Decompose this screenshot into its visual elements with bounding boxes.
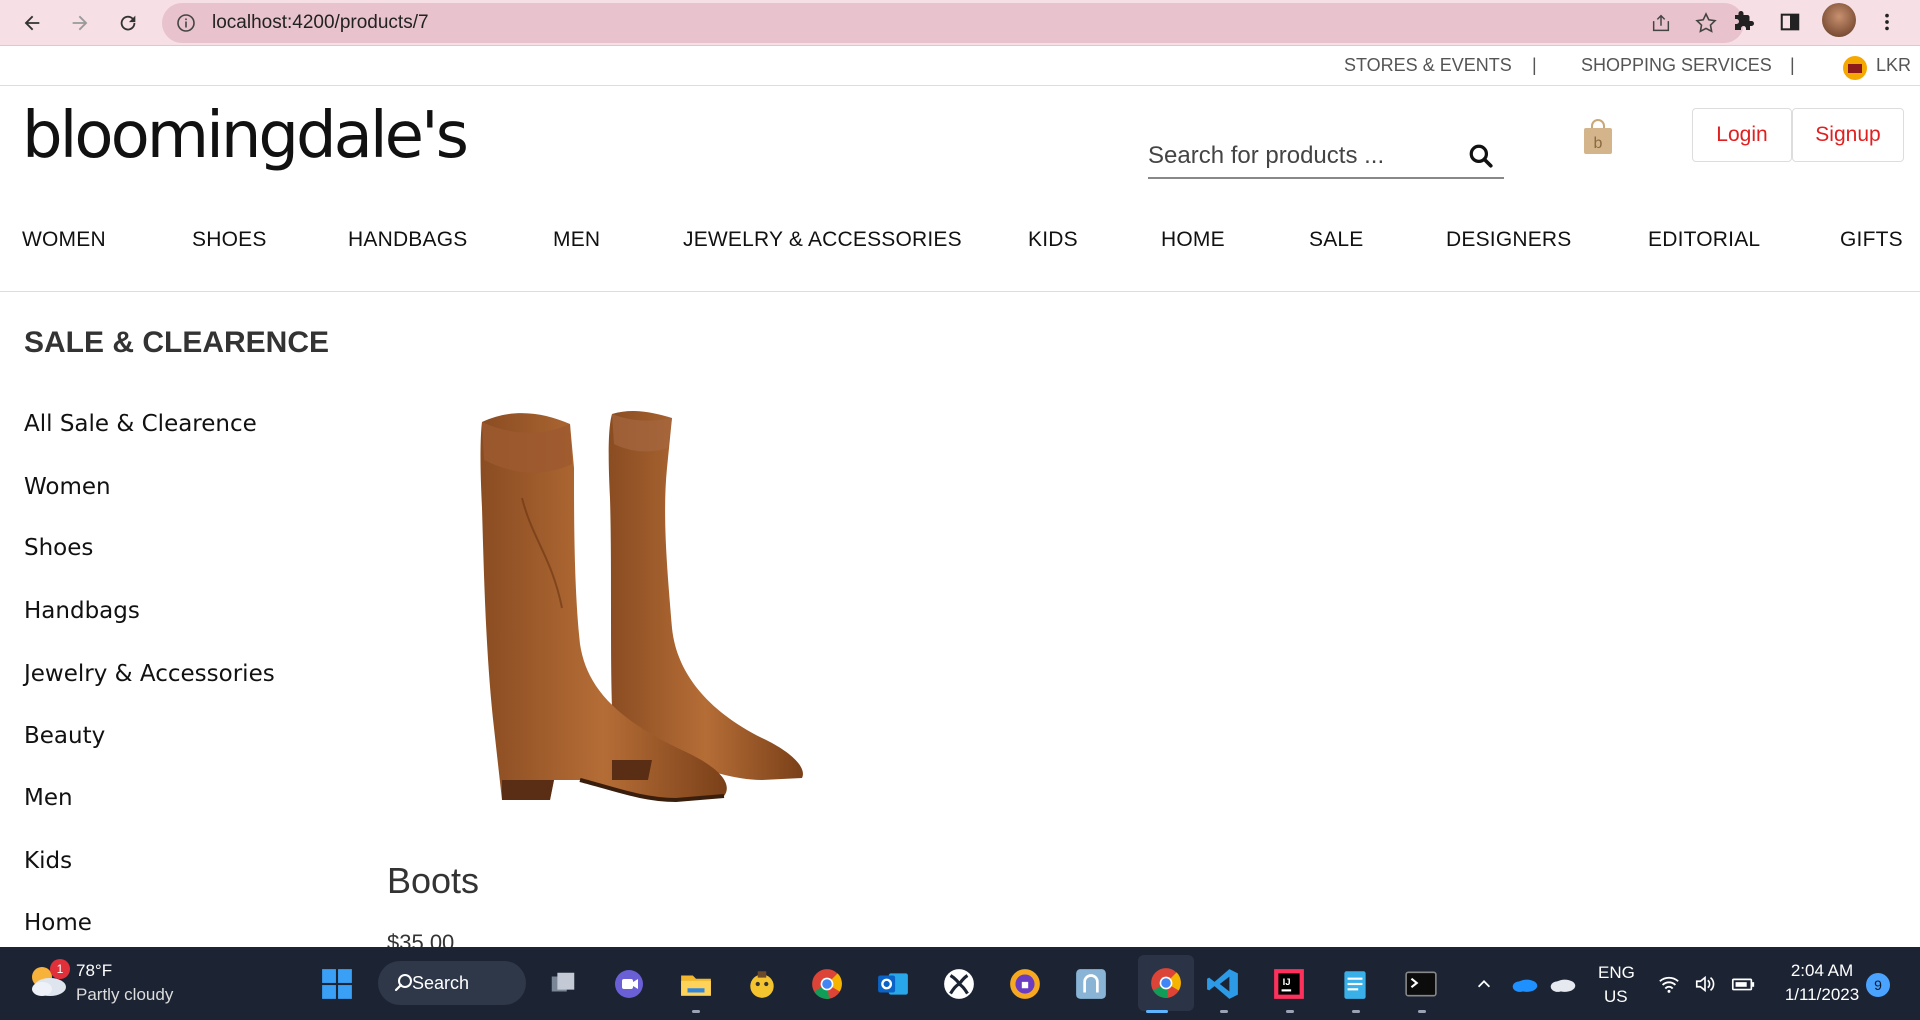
magnifier-icon bbox=[394, 974, 412, 992]
vscode-icon[interactable] bbox=[1204, 965, 1242, 1003]
volume-icon[interactable] bbox=[1692, 965, 1718, 1003]
weather-temperature[interactable]: 78°F bbox=[76, 961, 112, 981]
forward-arrow-icon bbox=[72, 15, 88, 31]
tray-overflow-chevron-icon[interactable] bbox=[1472, 965, 1496, 1003]
sidebar-item-home[interactable]: Home bbox=[24, 910, 92, 936]
url-text[interactable]: localhost:4200/products/7 bbox=[212, 12, 429, 34]
intellij-icon[interactable]: IJ bbox=[1270, 965, 1308, 1003]
utility-separator: | bbox=[1532, 55, 1537, 75]
chrome-menu-icon[interactable] bbox=[1872, 7, 1902, 37]
back-button[interactable] bbox=[14, 5, 50, 41]
onedrive-icon[interactable] bbox=[1510, 965, 1540, 1003]
extensions-puzzle-icon[interactable] bbox=[1728, 7, 1758, 37]
chrome-icon[interactable] bbox=[808, 965, 846, 1003]
sidebar-item-handbags[interactable]: Handbags bbox=[24, 598, 140, 624]
vpn-shield-icon[interactable] bbox=[1006, 965, 1044, 1003]
sidebar-item-jewelry-accessories[interactable]: Jewelry & Accessories bbox=[24, 661, 275, 687]
notification-count-badge[interactable]: 9 bbox=[1866, 973, 1890, 997]
language-indicator[interactable]: ENG bbox=[1598, 963, 1635, 983]
shopping-bag-icon[interactable]: b bbox=[1582, 118, 1614, 156]
nav-item-kids[interactable]: KIDS bbox=[1028, 228, 1078, 252]
clock-date[interactable]: 1/11/2023 bbox=[1778, 985, 1866, 1005]
nav-item-women[interactable]: WOMEN bbox=[22, 228, 106, 252]
side-panel-icon[interactable] bbox=[1775, 7, 1805, 37]
cart-letter: b bbox=[1594, 135, 1603, 152]
nav-item-shoes[interactable]: SHOES bbox=[192, 228, 267, 252]
sidebar-item-kids[interactable]: Kids bbox=[24, 848, 72, 874]
share-icon[interactable] bbox=[1650, 12, 1672, 34]
bookmark-star-icon[interactable] bbox=[1694, 11, 1718, 35]
sidebar-item-shoes[interactable]: Shoes bbox=[24, 535, 93, 561]
battery-charging-icon[interactable] bbox=[1728, 965, 1758, 1003]
clock-time[interactable]: 2:04 AM bbox=[1782, 961, 1862, 981]
address-bar[interactable]: localhost:4200/products/7 bbox=[162, 3, 1744, 43]
xbox-icon[interactable] bbox=[940, 965, 978, 1003]
wifi-icon[interactable] bbox=[1656, 965, 1682, 1003]
intellij-running-indicator bbox=[1286, 1010, 1294, 1013]
main-navigation: WOMEN SHOES HANDBAGS MEN JEWELRY & ACCES… bbox=[0, 222, 1920, 292]
reload-icon bbox=[120, 15, 136, 31]
info-icon[interactable] bbox=[176, 13, 196, 33]
sidebar-item-women[interactable]: Women bbox=[24, 474, 111, 500]
utility-separator: | bbox=[1790, 55, 1795, 75]
task-view-icon[interactable] bbox=[544, 965, 582, 1003]
remote-desktop-icon[interactable] bbox=[1072, 965, 1110, 1003]
product-image-boots[interactable] bbox=[462, 408, 822, 818]
taskbar-search-button[interactable]: Search bbox=[378, 961, 526, 1005]
nav-item-sale[interactable]: SALE bbox=[1309, 228, 1364, 252]
nav-item-men[interactable]: MEN bbox=[553, 228, 600, 252]
sri-lanka-flag-icon bbox=[1843, 56, 1867, 80]
currency-selector[interactable]: LKR bbox=[1876, 55, 1911, 76]
nav-item-handbags[interactable]: HANDBAGS bbox=[348, 228, 467, 252]
outlook-icon[interactable] bbox=[874, 965, 912, 1003]
windows-start-icon[interactable] bbox=[318, 965, 356, 1003]
cloud-sync-icon[interactable] bbox=[1548, 965, 1578, 1003]
vscode-running-indicator bbox=[1220, 1010, 1228, 1013]
nav-item-home[interactable]: HOME bbox=[1161, 228, 1225, 252]
chrome-profile-icon[interactable] bbox=[1138, 955, 1194, 1011]
product-name: Boots bbox=[387, 860, 480, 901]
taskbar-search-label: Search bbox=[412, 972, 470, 993]
nav-item-designers[interactable]: DESIGNERS bbox=[1446, 228, 1572, 252]
nav-item-gifts[interactable]: GIFTS bbox=[1840, 228, 1903, 252]
shopping-services-link[interactable]: SHOPPING SERVICES bbox=[1581, 55, 1772, 76]
language-region[interactable]: US bbox=[1604, 987, 1628, 1007]
search-input[interactable] bbox=[1148, 137, 1458, 175]
sidebar-item-beauty[interactable]: Beauty bbox=[24, 723, 105, 749]
chrome-active-indicator bbox=[1146, 1010, 1168, 1013]
stores-events-link[interactable]: STORES & EVENTS bbox=[1344, 55, 1512, 76]
utility-bar: STORES & EVENTS | SHOPPING SERVICES | LK… bbox=[0, 46, 1920, 86]
search-bar bbox=[1148, 137, 1504, 179]
sidebar-title: SALE & CLEARENCE bbox=[24, 326, 330, 359]
site-logo[interactable]: bloomingdale's bbox=[22, 104, 469, 168]
weather-alert-badge: 1 bbox=[50, 959, 70, 979]
sidebar-item-men[interactable]: Men bbox=[24, 785, 73, 811]
teams-chat-icon[interactable] bbox=[610, 965, 648, 1003]
file-explorer-running-indicator bbox=[692, 1010, 700, 1013]
windows-taskbar: 1 78°F Partly cloudy Search IJ ENG US 2:… bbox=[0, 947, 1920, 1020]
terminal-running-indicator bbox=[1418, 1010, 1426, 1013]
profile-avatar[interactable] bbox=[1822, 3, 1856, 37]
nav-item-jewelry-accessories[interactable]: JEWELRY & ACCESSORIES bbox=[683, 228, 962, 252]
terminal-icon[interactable] bbox=[1402, 965, 1440, 1003]
reload-button[interactable] bbox=[110, 5, 146, 41]
browser-toolbar: localhost:4200/products/7 bbox=[0, 0, 1920, 46]
search-icon[interactable] bbox=[1468, 143, 1494, 169]
forward-button[interactable] bbox=[62, 5, 98, 41]
back-arrow-icon bbox=[24, 15, 40, 31]
signup-button[interactable]: Signup bbox=[1792, 108, 1904, 162]
sidebar-item-all-sale[interactable]: All Sale & Clearence bbox=[24, 411, 257, 437]
tea-app-icon[interactable] bbox=[743, 965, 781, 1003]
notepad-running-indicator bbox=[1352, 1010, 1360, 1013]
login-button[interactable]: Login bbox=[1692, 108, 1792, 162]
svg-text:IJ: IJ bbox=[1283, 977, 1291, 988]
file-explorer-icon[interactable] bbox=[677, 965, 715, 1003]
weather-description[interactable]: Partly cloudy bbox=[76, 985, 173, 1005]
notepad-icon[interactable] bbox=[1336, 965, 1374, 1003]
nav-item-editorial[interactable]: EDITORIAL bbox=[1648, 228, 1760, 252]
